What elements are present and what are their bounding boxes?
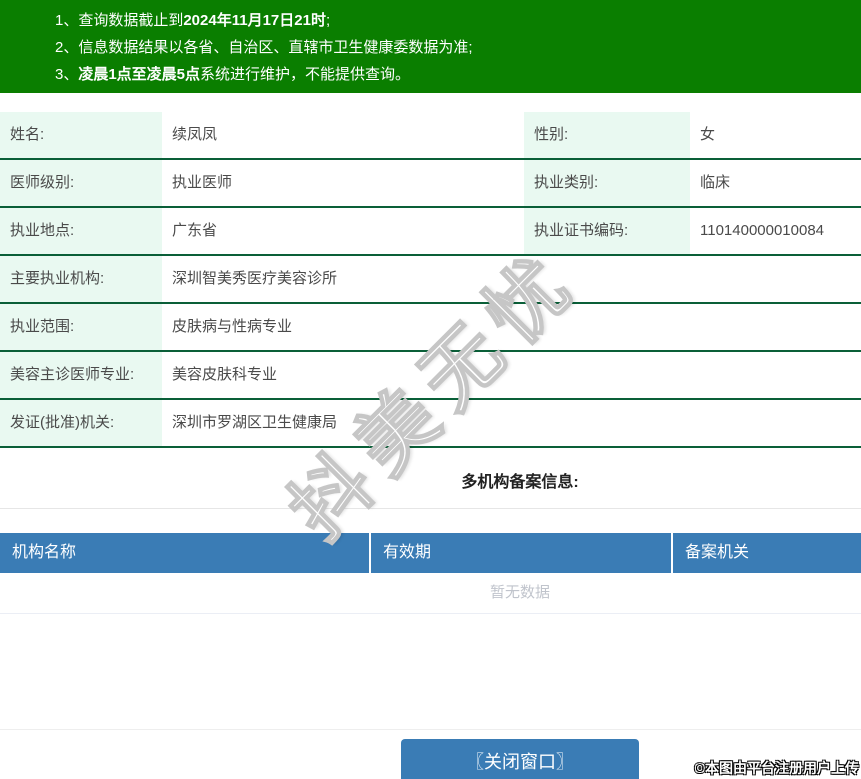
field-value-cosmetic-specialty: 美容皮肤科专业 <box>162 351 861 400</box>
notice-bar: 1、查询数据截止到2024年11月17日21时; 2、信息数据结果以各省、自治区… <box>0 0 861 93</box>
field-label-gender: 性别: <box>524 112 690 160</box>
notice-line-2: 2、信息数据结果以各省、自治区、直辖市卫生健康委数据为准; <box>55 34 861 61</box>
field-value-name: 续凤凤 <box>162 112 524 160</box>
field-label-doctor-level: 医师级别: <box>0 159 162 208</box>
table-row: 姓名: 续凤凤 性别: 女 <box>0 112 861 160</box>
field-value-practice-location: 广东省 <box>162 207 524 256</box>
column-header-institution-name: 机构名称 <box>0 533 371 573</box>
field-value-practice-category: 临床 <box>690 159 861 208</box>
table-row: 执业范围: 皮肤病与性病专业 <box>0 303 861 352</box>
field-label-name: 姓名: <box>0 112 162 160</box>
divider <box>0 508 861 509</box>
column-header-validity-period: 有效期 <box>371 533 673 573</box>
table-row: 医师级别: 执业医师 执业类别: 临床 <box>0 159 861 208</box>
close-window-button[interactable]: 〖关闭窗口〗 <box>401 739 639 779</box>
query-result-page: 1、查询数据截止到2024年11月17日21时; 2、信息数据结果以各省、自治区… <box>0 0 861 779</box>
multi-org-table-header: 机构名称 有效期 备案机关 <box>0 533 861 573</box>
practitioner-info-table: 姓名: 续凤凤 性别: 女 医师级别: 执业医师 执业类别: 临床 执业地点: … <box>0 112 861 448</box>
table-row: 执业地点: 广东省 执业证书编码: 110140000010084 <box>0 207 861 256</box>
column-header-filing-authority: 备案机关 <box>685 544 750 561</box>
field-value-practice-scope: 皮肤病与性病专业 <box>162 303 861 352</box>
notice-1-text: 1、查询数据截止到 <box>55 12 184 29</box>
notice-line-3: 3、凌晨1点至凌晨5点系统进行维护，不能提供查询。 <box>55 61 861 88</box>
divider <box>0 729 861 730</box>
field-value-doctor-level: 执业医师 <box>162 159 524 208</box>
field-label-practice-location: 执业地点: <box>0 207 162 256</box>
field-label-issuing-authority: 发证(批准)机关: <box>0 399 162 448</box>
notice-2-text: 2、信息数据结果以各省、自治区、直辖市卫生健康委数据为准; <box>55 39 473 56</box>
empty-data-placeholder: 暂无数据 <box>0 573 861 614</box>
field-label-practice-scope: 执业范围: <box>0 303 162 352</box>
field-value-main-institution: 深圳智美秀医疗美容诊所 <box>162 255 861 304</box>
notice-1-bold: 2024年11月17日21时 <box>183 12 326 29</box>
notice-1-tail: ; <box>325 12 331 29</box>
field-label-main-institution: 主要执业机构: <box>0 255 162 304</box>
table-row: 美容主诊医师专业: 美容皮肤科专业 <box>0 351 861 400</box>
upload-credit-watermark: ©本图由平台注册用户上传 <box>694 760 859 776</box>
table-row: 主要执业机构: 深圳智美秀医疗美容诊所 <box>0 255 861 304</box>
table-row: 发证(批准)机关: 深圳市罗湖区卫生健康局 <box>0 399 861 448</box>
field-label-certificate-number: 执业证书编码: <box>524 207 690 256</box>
field-value-certificate-number: 110140000010084 <box>690 207 861 256</box>
field-value-gender: 女 <box>690 112 861 160</box>
field-label-cosmetic-specialty: 美容主诊医师专业: <box>0 351 162 400</box>
multi-org-section-title: 多机构备案信息: <box>461 474 579 491</box>
notice-3-tail: 系统进行维护，不能提供查询。 <box>200 66 411 83</box>
field-label-practice-category: 执业类别: <box>524 159 690 208</box>
notice-3-bold: 凌晨1点至凌晨5点 <box>78 66 201 83</box>
notice-line-1: 1、查询数据截止到2024年11月17日21时; <box>55 7 861 34</box>
content-area: 姓名: 续凤凤 性别: 女 医师级别: 执业医师 执业类别: 临床 执业地点: … <box>0 112 861 779</box>
notice-3-text: 3、 <box>55 66 79 83</box>
field-value-issuing-authority: 深圳市罗湖区卫生健康局 <box>162 399 861 448</box>
